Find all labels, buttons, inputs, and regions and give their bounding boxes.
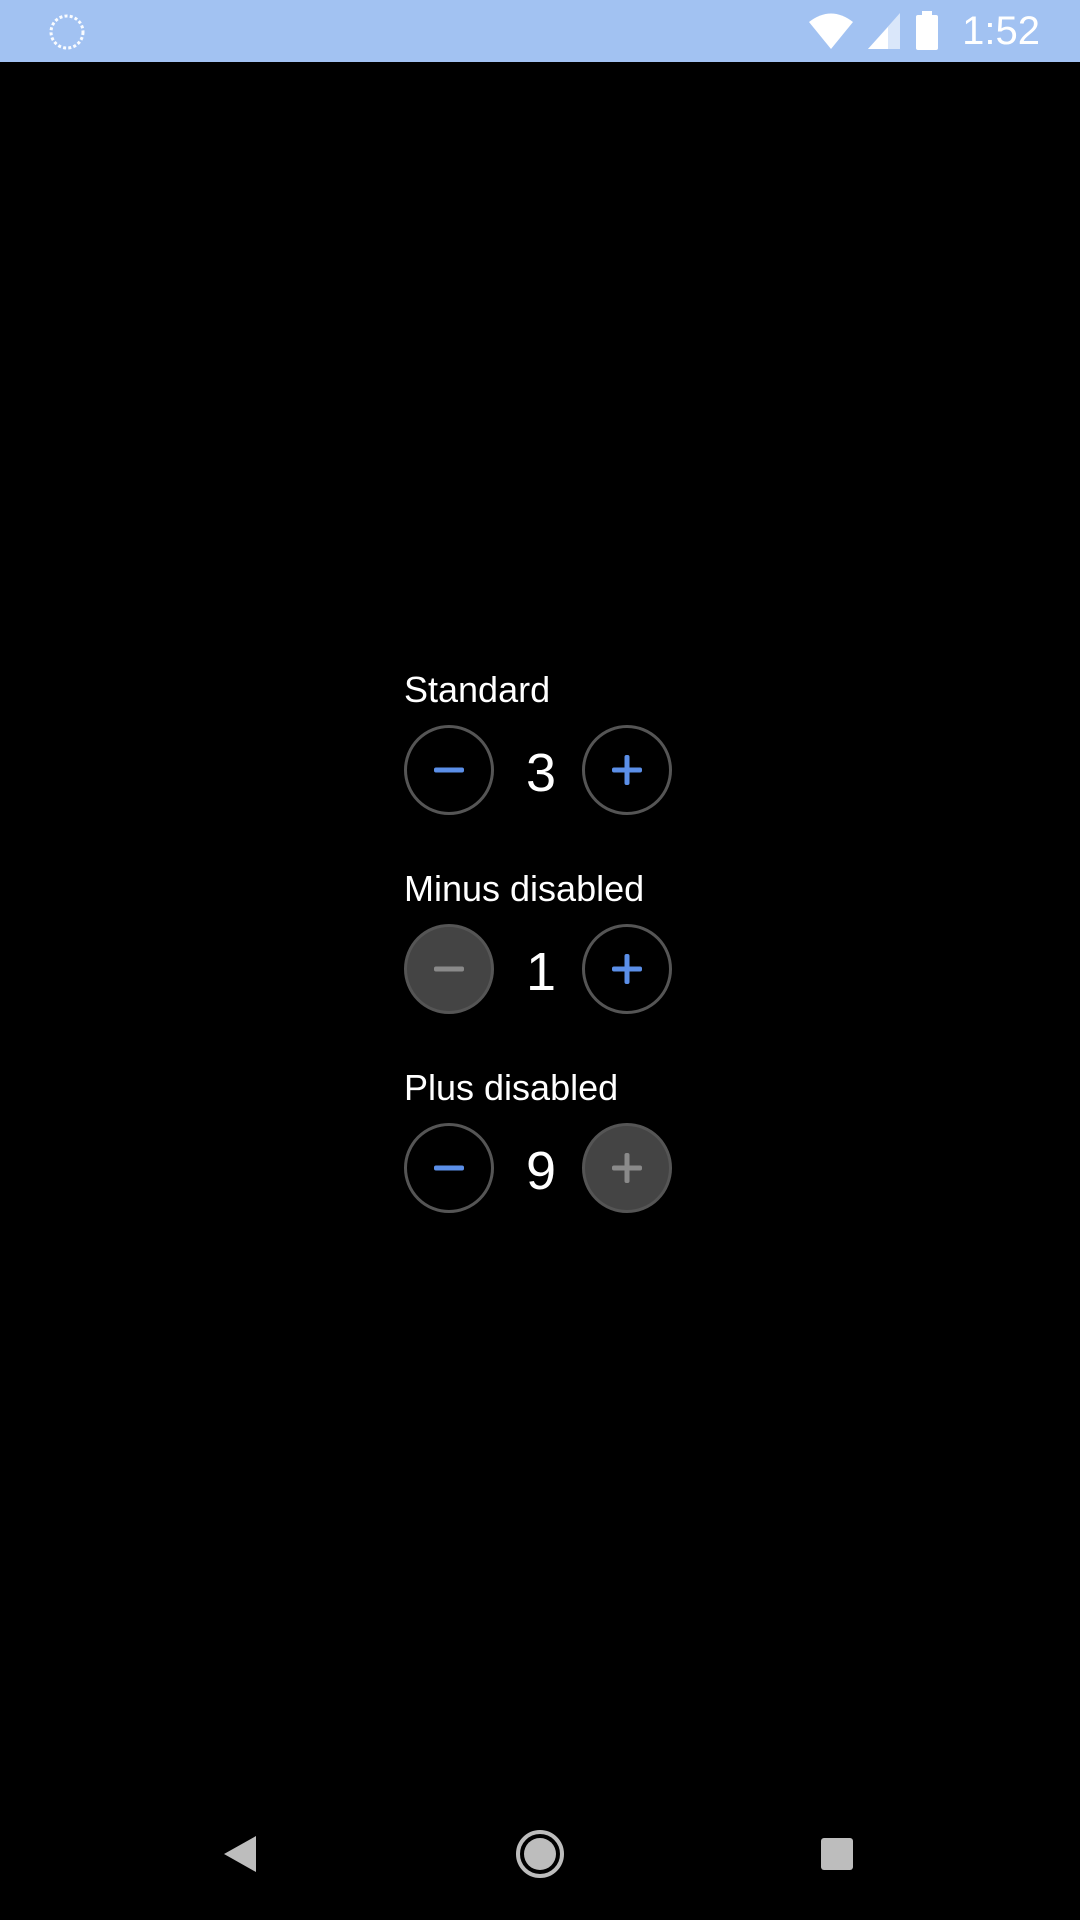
stepper-group-standard: Standard 3 [404, 662, 804, 861]
minus-button [404, 924, 494, 1014]
stepper-group-minus-disabled: Minus disabled 1 [404, 861, 804, 1060]
status-time: 1:52 [962, 8, 1040, 53]
battery-icon [916, 11, 939, 50]
minus-button[interactable] [404, 1123, 494, 1213]
stepper-label: Minus disabled [404, 868, 645, 909]
status-bar: 1:52 [0, 0, 1080, 62]
recents-icon [821, 1838, 853, 1870]
navigation-bar [0, 1792, 1080, 1920]
minus-icon [434, 767, 464, 773]
minus-icon [434, 1165, 464, 1171]
plus-icon [612, 954, 642, 984]
quantity-stepper: 9 [404, 1123, 678, 1219]
back-button[interactable] [200, 1814, 280, 1894]
home-button[interactable] [500, 1814, 580, 1894]
quantity-stepper: 1 [404, 924, 678, 1020]
recents-button[interactable] [797, 1814, 877, 1894]
minus-button[interactable] [404, 725, 494, 815]
plus-icon [612, 755, 642, 785]
minus-icon [434, 966, 464, 972]
quantity-stepper: 3 [404, 725, 678, 821]
cellular-signal-icon [868, 13, 901, 49]
status-icons: 1:52 [796, 0, 1040, 62]
stepper-label: Plus disabled [404, 1067, 619, 1108]
stepper-value: 3 [525, 743, 557, 803]
plus-button[interactable] [582, 725, 672, 815]
stepper-list: Standard 3 Minus disabled 1 Plus disable… [404, 662, 804, 1259]
wifi-icon [809, 13, 854, 49]
plus-button [582, 1123, 672, 1213]
back-icon [224, 1836, 256, 1872]
stepper-value: 1 [525, 942, 557, 1002]
home-icon [516, 1830, 564, 1878]
plus-icon [612, 1153, 642, 1183]
loading-circle-icon [49, 14, 85, 50]
stepper-group-plus-disabled: Plus disabled 9 [404, 1060, 804, 1259]
plus-button[interactable] [582, 924, 672, 1014]
stepper-label: Standard [404, 669, 551, 710]
stepper-value: 9 [525, 1141, 557, 1201]
